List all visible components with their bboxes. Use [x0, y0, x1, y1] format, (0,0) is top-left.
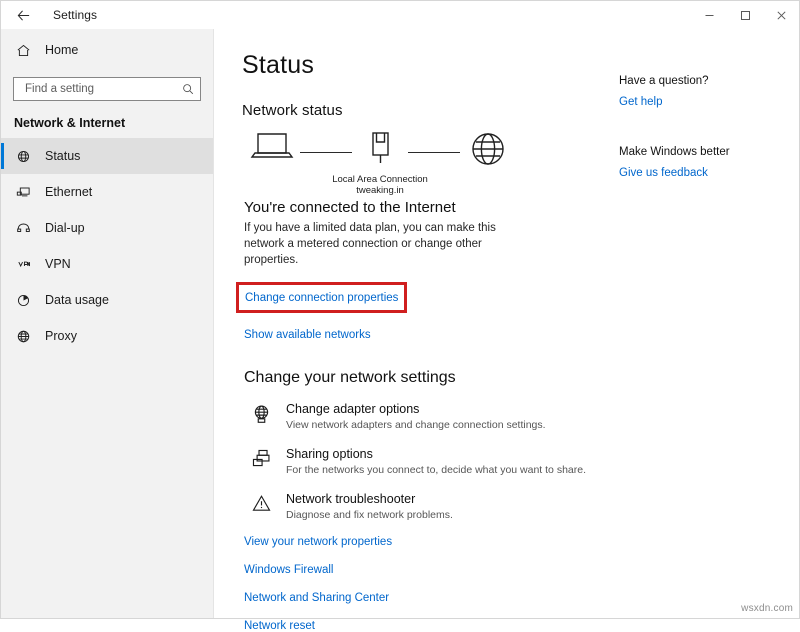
- network-status-heading: Network status: [242, 102, 611, 119]
- option-title: Change adapter options: [286, 401, 546, 417]
- sidebar-item-status-label: Status: [45, 149, 80, 163]
- window-controls: [691, 1, 799, 29]
- sidebar-item-home[interactable]: Home: [1, 35, 213, 65]
- sidebar-item-proxy-label: Proxy: [45, 329, 77, 343]
- help-group-question: Have a question? Get help: [619, 75, 799, 110]
- option-change-adapter-options[interactable]: Change adapter options View network adap…: [250, 401, 611, 432]
- search-box[interactable]: [13, 77, 201, 101]
- main-area: Status Network status: [214, 29, 799, 618]
- close-icon[interactable]: [763, 1, 799, 29]
- sidebar-item-data-usage[interactable]: Data usage: [1, 282, 213, 318]
- have-a-question-heading: Have a question?: [619, 75, 799, 87]
- search-icon: [182, 83, 194, 95]
- show-available-networks-link[interactable]: Show available networks: [244, 329, 371, 341]
- window-body: Home Network & Internet: [1, 29, 799, 618]
- diagram-internet: [460, 129, 516, 174]
- search-container: [1, 65, 213, 101]
- change-connection-properties-link[interactable]: Change connection properties: [245, 292, 398, 304]
- diagram-link-left: [300, 152, 352, 153]
- globe-icon: [468, 129, 508, 174]
- option-title: Network troubleshooter: [286, 491, 453, 507]
- option-text-block: Sharing options For the networks you con…: [286, 446, 586, 477]
- option-network-troubleshooter[interactable]: Network troubleshooter Diagnose and fix …: [250, 491, 611, 522]
- sidebar-home-label: Home: [45, 43, 78, 57]
- diagram-device: [244, 129, 300, 168]
- network-diagram: Local Area Connection tweaking.in: [244, 129, 611, 185]
- content-pane: Status Network status: [214, 29, 611, 618]
- option-description: For the networks you connect to, decide …: [286, 463, 586, 477]
- highlight-box: Change connection properties: [236, 282, 407, 313]
- network-sharing-center-link[interactable]: Network and Sharing Center: [244, 592, 611, 604]
- option-description: Diagnose and fix network problems.: [286, 508, 453, 522]
- sharing-icon: [250, 447, 272, 469]
- show-networks-container: Show available networks: [244, 325, 611, 343]
- network-adapter-icon: [365, 129, 395, 172]
- help-group-feedback: Make Windows better Give us feedback: [619, 146, 799, 181]
- minimize-icon[interactable]: [691, 1, 727, 29]
- option-title: Sharing options: [286, 446, 586, 462]
- give-us-feedback-link[interactable]: Give us feedback: [619, 167, 708, 179]
- sidebar-item-ethernet[interactable]: Ethernet: [1, 174, 213, 210]
- view-network-properties-link[interactable]: View your network properties: [244, 536, 611, 548]
- sidebar-item-data-usage-label: Data usage: [45, 293, 109, 307]
- sidebar-category-title: Network & Internet: [14, 116, 213, 130]
- connection-description: If you have a limited data plan, you can…: [244, 220, 516, 268]
- back-arrow-icon[interactable]: [1, 1, 45, 29]
- help-rail: Have a question? Get help Make Windows b…: [611, 29, 799, 618]
- globe-status-icon: [14, 147, 32, 165]
- proxy-globe-icon: [14, 327, 32, 345]
- diagram-caption-line2: tweaking.in: [332, 185, 428, 196]
- sidebar-item-dialup[interactable]: Dial-up: [1, 210, 213, 246]
- diagram-caption: Local Area Connection tweaking.in: [332, 174, 428, 196]
- diagram-adapter: Local Area Connection tweaking.in: [352, 129, 408, 196]
- warning-triangle-icon: [250, 492, 272, 514]
- page-title: Status: [242, 51, 611, 80]
- sidebar-item-status[interactable]: Status: [1, 138, 213, 174]
- get-help-link[interactable]: Get help: [619, 96, 662, 108]
- option-description: View network adapters and change connect…: [286, 418, 546, 432]
- vpn-icon: [14, 255, 32, 273]
- make-windows-better-heading: Make Windows better: [619, 146, 799, 158]
- settings-window: Settings Home: [0, 0, 800, 619]
- adapter-globe-icon: [250, 402, 272, 424]
- watermark: wsxdn.com: [741, 603, 793, 614]
- option-text-block: Network troubleshooter Diagnose and fix …: [286, 491, 453, 522]
- title-bar: Settings: [1, 1, 799, 29]
- home-icon: [14, 41, 32, 59]
- sidebar-item-vpn[interactable]: VPN: [1, 246, 213, 282]
- dialup-icon: [14, 219, 32, 237]
- change-settings-heading: Change your network settings: [244, 369, 611, 387]
- option-sharing-options[interactable]: Sharing options For the networks you con…: [250, 446, 611, 477]
- diagram-link-right: [408, 152, 460, 153]
- laptop-icon: [249, 129, 295, 168]
- search-input[interactable]: [23, 82, 182, 96]
- data-usage-icon: [14, 291, 32, 309]
- sidebar-item-proxy[interactable]: Proxy: [1, 318, 213, 354]
- ethernet-icon: [14, 183, 32, 201]
- connection-title: You're connected to the Internet: [244, 199, 611, 216]
- sidebar-nav: Status Ethernet: [1, 138, 213, 354]
- sidebar-item-dialup-label: Dial-up: [45, 221, 85, 235]
- network-reset-link[interactable]: Network reset: [244, 620, 611, 632]
- sidebar: Home Network & Internet: [1, 29, 214, 618]
- windows-firewall-link[interactable]: Windows Firewall: [244, 564, 611, 576]
- sidebar-item-ethernet-label: Ethernet: [45, 185, 92, 199]
- option-text-block: Change adapter options View network adap…: [286, 401, 546, 432]
- footer-links: View your network properties Windows Fir…: [244, 536, 611, 632]
- window-title: Settings: [53, 8, 97, 22]
- sidebar-item-vpn-label: VPN: [45, 257, 71, 271]
- maximize-icon[interactable]: [727, 1, 763, 29]
- diagram-caption-line1: Local Area Connection: [332, 174, 428, 185]
